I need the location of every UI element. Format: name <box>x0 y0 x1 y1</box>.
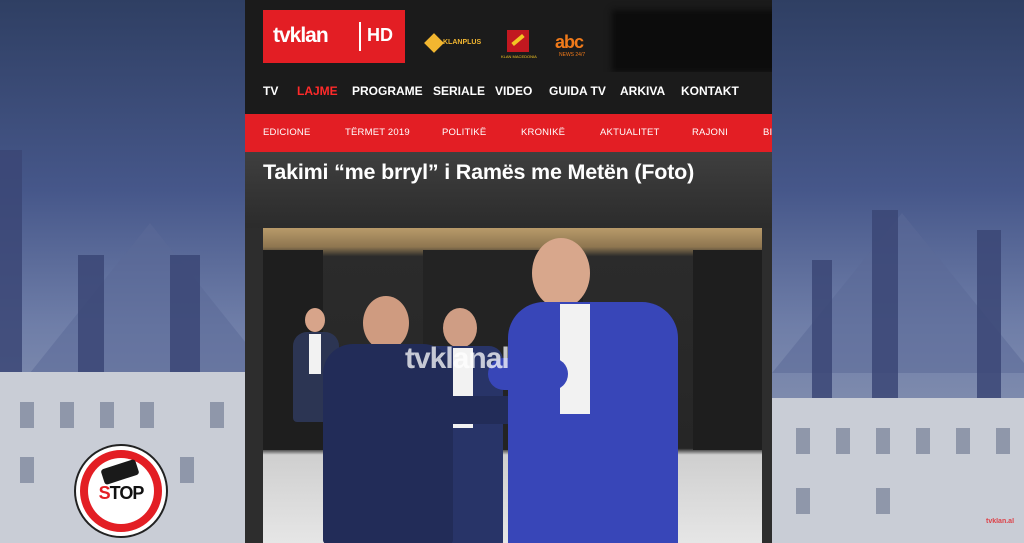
abc-news-logo[interactable]: abc NEWS 24/7 <box>555 30 595 58</box>
category-navigation: EDICIONE TËRMET 2019 POLITIKË KRONIKË AK… <box>245 114 772 152</box>
nav-video[interactable]: VIDEO <box>495 84 532 98</box>
logo-hd-label: HD <box>367 25 393 45</box>
page-margin-left <box>245 228 263 543</box>
subnav-overflow[interactable]: BI <box>763 127 772 138</box>
redacted-area <box>618 16 772 66</box>
logo-wordmark: tvklan <box>273 24 329 47</box>
photo-watermark: tvklanal <box>405 342 510 375</box>
klanplus-icon <box>424 33 444 53</box>
subnav-kronike[interactable]: KRONIKË <box>521 127 565 138</box>
nav-kontakt[interactable]: KONTAKT <box>681 84 739 98</box>
klan-macedonia-logo[interactable]: KLAN MACEDONIA <box>501 30 537 59</box>
site-header: tvklan HD KLANPLUS KLAN MACEDONIA abc NE… <box>245 0 772 72</box>
klanplus-logo[interactable]: KLANPLUS <box>424 30 487 58</box>
nav-programe[interactable]: PROGRAME <box>352 84 423 98</box>
subnav-rajoni[interactable]: RAJONI <box>692 127 728 138</box>
stop-show-logo: STOP <box>76 446 166 536</box>
channel-watermark: tvklan.al <box>986 518 1015 525</box>
subnav-edicione[interactable]: EDICIONE <box>263 127 311 138</box>
subnav-politike[interactable]: POLITIKË <box>442 127 486 138</box>
article-header: Takimi “me brryl” i Ramës me Metën (Foto… <box>245 152 772 228</box>
background-right <box>772 0 1024 543</box>
main-navigation: TV LAJME PROGRAME SERIALE VIDEO GUIDA TV… <box>245 72 772 114</box>
klan-macedonia-icon <box>507 30 529 52</box>
page-margin-right <box>762 228 772 543</box>
tvklan-logo[interactable]: tvklan HD <box>263 10 405 63</box>
website-screenshot: tvklan HD KLANPLUS KLAN MACEDONIA abc NE… <box>245 0 772 543</box>
nav-seriale[interactable]: SERIALE <box>433 84 485 98</box>
logo-divider <box>359 22 361 51</box>
nav-guida-tv[interactable]: GUIDA TV <box>549 84 606 98</box>
subnav-aktualitet[interactable]: AKTUALITET <box>600 127 660 138</box>
article-photo[interactable]: tvklanal <box>263 228 762 543</box>
article-title: Takimi “me brryl” i Ramës me Metën (Foto… <box>263 160 695 184</box>
nav-arkiva[interactable]: ARKIVA <box>620 84 665 98</box>
nav-tv[interactable]: TV <box>263 84 278 98</box>
subnav-termet-2019[interactable]: TËRMET 2019 <box>345 127 410 138</box>
nav-lajme[interactable]: LAJME <box>297 84 338 98</box>
